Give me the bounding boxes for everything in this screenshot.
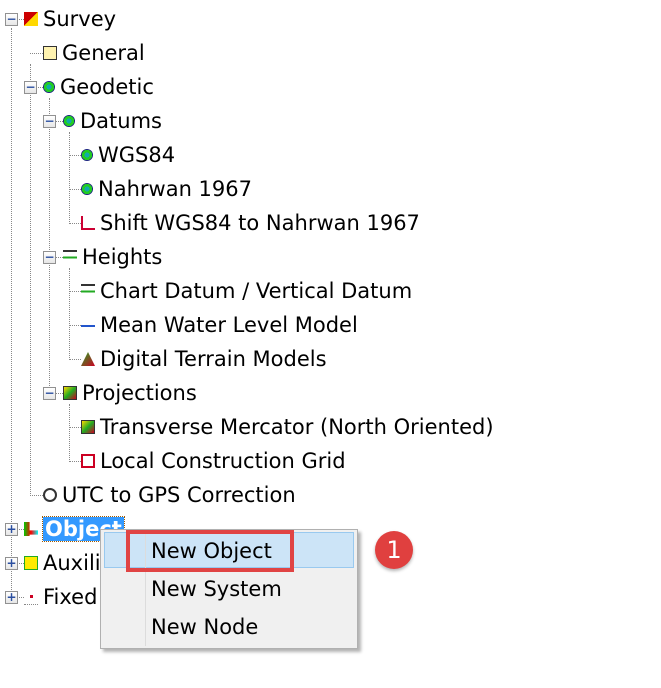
highlight-box: [126, 530, 294, 572]
tree-item-wgs84[interactable]: WGS84: [81, 138, 175, 172]
tree-item-general[interactable]: General: [43, 36, 145, 70]
tree-item-label: Transverse Mercator (North Oriented): [100, 415, 494, 439]
tree-connector: [69, 325, 81, 326]
expand-icon[interactable]: +: [5, 523, 18, 536]
heights-icon: [63, 250, 77, 264]
tree-item-utc-to-gps-correction[interactable]: UTC to GPS Correction: [43, 478, 296, 512]
tree-connector: [69, 461, 81, 462]
terrain-icon: [81, 352, 95, 366]
general-icon: [43, 46, 57, 60]
stopwatch-icon: [43, 488, 57, 502]
tree-item-label: Datums: [80, 109, 162, 133]
tree-connector: [69, 223, 81, 224]
tree-item-label: Chart Datum / Vertical Datum: [100, 279, 413, 303]
tree-item-label: Geodetic: [60, 75, 154, 99]
collapse-icon[interactable]: −: [43, 115, 56, 128]
water-level-icon: [81, 318, 95, 332]
tree-connector: [30, 495, 43, 496]
collapse-icon[interactable]: −: [43, 387, 56, 400]
tree-item-label: Heights: [82, 245, 163, 269]
tree-connector: [69, 155, 81, 156]
axes-icon: [81, 216, 95, 230]
tree-item-label: General: [62, 41, 145, 65]
tree-item-nahrwan-1967[interactable]: Nahrwan 1967: [81, 172, 252, 206]
menu-item-new-system[interactable]: New System: [151, 570, 282, 608]
tree-item-label: Digital Terrain Models: [100, 347, 327, 371]
tree-item-survey[interactable]: Survey: [24, 2, 116, 36]
expand-icon[interactable]: +: [5, 591, 18, 604]
menu-item-new-node[interactable]: New Node: [151, 608, 258, 646]
tree-item-label: Nahrwan 1967: [98, 177, 252, 201]
collapse-icon[interactable]: −: [24, 81, 37, 94]
tree-item-auxili[interactable]: Auxili: [24, 546, 101, 580]
tree-item-transverse-mercator-north-oriented-[interactable]: Transverse Mercator (North Oriented): [81, 410, 494, 444]
tree-item-datums[interactable]: Datums: [63, 104, 162, 138]
tree-item-geodetic[interactable]: Geodetic: [43, 70, 154, 104]
auxiliary-icon: [24, 556, 38, 570]
tree-item-projections[interactable]: Projections: [63, 376, 197, 410]
globe-icon: [81, 149, 93, 161]
step-badge: 1: [375, 531, 413, 569]
globe-icon: [81, 183, 93, 195]
tree-item-digital-terrain-models[interactable]: Digital Terrain Models: [81, 342, 327, 376]
tree-item-label: Local Construction Grid: [100, 449, 346, 473]
tree-item-chart-datum-vertical-datum[interactable]: Chart Datum / Vertical Datum: [81, 274, 412, 308]
tree-item-label: WGS84: [98, 143, 176, 167]
globe-icon: [63, 115, 75, 127]
tree-item-label: Shift WGS84 to Nahrwan 1967: [100, 211, 420, 235]
tree-item-label: Auxili: [43, 551, 101, 575]
tree-connector: [30, 53, 43, 54]
collapse-icon[interactable]: −: [5, 13, 18, 26]
geodetic-icon: [43, 81, 55, 93]
tree-connector: [69, 427, 81, 428]
tree-connector: [69, 189, 81, 190]
tree-item-label: Survey: [43, 7, 117, 31]
tree-item-local-construction-grid[interactable]: Local Construction Grid: [81, 444, 346, 478]
projection-icon: [63, 386, 77, 400]
tree-item-label: Mean Water Level Model: [100, 313, 358, 337]
grid-icon: [81, 454, 95, 468]
tree-connector: [69, 359, 81, 360]
tree-item-label: Projections: [82, 381, 197, 405]
fixed-icon: [24, 589, 38, 605]
tree-item-label: Fixed: [43, 585, 98, 609]
expand-icon[interactable]: +: [5, 557, 18, 570]
heights-icon: [81, 284, 95, 298]
tree-item-shift-wgs84-to-nahrwan-1967[interactable]: Shift WGS84 to Nahrwan 1967: [81, 206, 420, 240]
object-icon: [24, 522, 38, 536]
survey-icon: [24, 12, 38, 26]
projection-icon: [81, 420, 95, 434]
collapse-icon[interactable]: −: [43, 251, 56, 264]
tree-item-heights[interactable]: Heights: [63, 240, 162, 274]
tree-item-label: UTC to GPS Correction: [62, 483, 296, 507]
tree-connector: [69, 291, 81, 292]
tree-item-mean-water-level-model[interactable]: Mean Water Level Model: [81, 308, 358, 342]
tree-item-fixed[interactable]: Fixed: [24, 580, 97, 614]
